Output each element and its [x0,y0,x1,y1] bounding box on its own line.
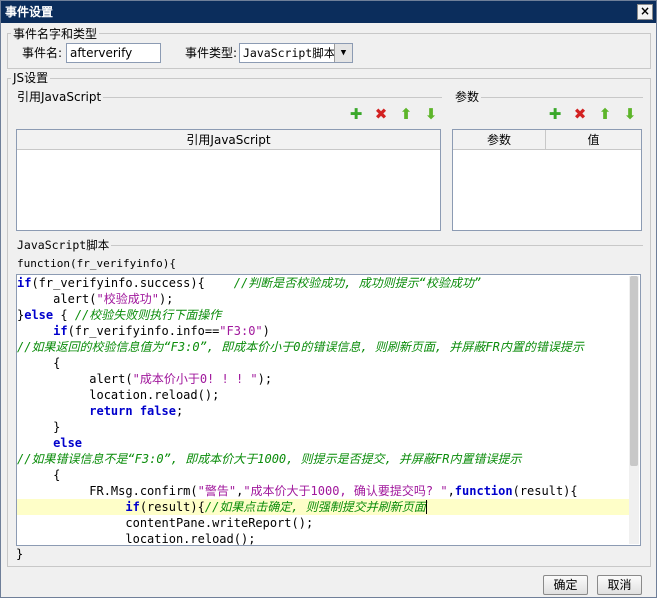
code-line[interactable]: return false; [17,403,629,419]
code-line[interactable]: if(result){//如果点击确定, 则强制提交并刷新页面 [17,499,629,515]
delete-icon[interactable]: ✖ [372,105,390,123]
code-token: location.reload(); [17,388,220,402]
code-token: ); [257,372,273,386]
param-add-icon[interactable]: ✚ [546,105,564,123]
code-token: //如果点击确定, 则强制提交并刷新页面 [204,500,426,514]
param-move-down-icon[interactable]: ⬇ [621,105,639,123]
code-line[interactable]: { [17,355,629,371]
event-type-select[interactable]: JavaScript脚本 ▼ [239,43,353,63]
dialog-title: 事件设置 [5,5,54,19]
code-token: if [125,500,140,514]
ref-js-table[interactable]: 引用JavaScript [16,129,441,231]
code-token: //判断是否校验成功, 成功则提示“校验成功” [233,276,482,290]
code-token: "F3:0" [219,324,263,338]
code-token: FR.Msg.confirm( [17,484,198,498]
code-token: alert( [17,372,133,386]
params-header: 参数 值 [453,130,641,150]
event-settings-dialog: 事件设置 × 事件名字和类型 事件名: afterverify 事件类型: Ja… [0,0,657,598]
code-line[interactable]: if(fr_verifyinfo.success){ //判断是否校验成功, 成… [17,275,629,291]
event-name-field[interactable]: afterverify [66,43,161,63]
code-line[interactable]: alert("成本价小于0! ! ! "); [17,371,629,387]
code-token: location.reload(); [17,532,256,546]
code-token: if [53,324,68,338]
code-token: //如果错误信息不是“F3:0”, 即成本价大于1000, 则提示是否提交, 并… [17,452,522,466]
code-token: { [17,356,61,370]
params-column-value[interactable]: 值 [546,130,641,150]
code-line[interactable]: contentPane.writeReport(); [17,515,629,531]
code-token: "成本价小于0! ! ! " [132,372,258,386]
ref-js-column-header[interactable]: 引用JavaScript [17,130,440,150]
code-token: return false [89,404,176,418]
code-token: { [17,468,61,482]
code-token: ); [158,292,174,306]
code-token: , [447,484,455,498]
code-token: "警告" [197,484,237,498]
code-line[interactable]: { [17,467,629,483]
param-move-up-icon[interactable]: ⬆ [596,105,614,123]
code-token: function [454,484,513,498]
param-delete-icon[interactable]: ✖ [571,105,589,123]
js-group-title: JS设置 [11,71,51,85]
event-group-title: 事件名字和类型 [11,27,100,41]
params-separator [453,97,643,98]
chevron-down-icon[interactable]: ▼ [334,44,352,62]
code-line[interactable]: alert("校验成功"); [17,291,629,307]
code-line[interactable]: //如果错误信息不是“F3:0”, 即成本价大于1000, 则提示是否提交, 并… [17,451,629,467]
title-bar: 事件设置 × [1,1,656,23]
add-icon[interactable]: ✚ [347,105,365,123]
code-token: if [17,276,32,290]
scrollbar-thumb[interactable] [630,276,638,466]
params-table[interactable]: 参数 值 [452,129,642,231]
script-title: JavaScript脚本 [15,238,112,252]
cancel-button[interactable]: 取消 [597,575,642,595]
code-token: "成本价大于1000, 确认要提交吗? " [243,484,448,498]
code-line[interactable]: location.reload(); [17,531,629,546]
move-down-icon[interactable]: ⬇ [422,105,440,123]
code-token: //如果返回的校验信息值为“F3:0”, 即成本价小于0的错误信息, 则刷新页面… [17,340,584,354]
code-line[interactable]: if(fr_verifyinfo.info=="F3:0") [17,323,629,339]
code-line[interactable]: else [17,435,629,451]
code-token: ) [262,324,270,338]
text-cursor [425,500,427,514]
params-title: 参数 [453,90,482,104]
code-line[interactable]: }else { //校验失败则执行下面操作 [17,307,629,323]
code-token: (fr_verifyinfo.success){ [31,276,234,290]
code-token: else [24,308,54,322]
code-line[interactable]: } [17,419,629,435]
code-token: else [53,436,83,450]
function-closing-brace: } [16,547,24,561]
code-token: (result){ [512,484,578,498]
code-token: //校验失败则执行下面操作 [74,308,222,322]
close-button[interactable]: × [637,4,653,20]
code-token: (result){ [139,500,205,514]
code-line[interactable]: //如果返回的校验信息值为“F3:0”, 即成本价小于0的错误信息, 则刷新页面… [17,339,629,355]
params-column-name[interactable]: 参数 [453,130,546,150]
event-name-label: 事件名: [22,46,63,60]
move-up-icon[interactable]: ⬆ [397,105,415,123]
code-line[interactable]: FR.Msg.confirm("警告","成本价大于1000, 确认要提交吗? … [17,483,629,499]
ok-button[interactable]: 确定 [543,575,588,595]
code-token: { [53,308,75,322]
code-token: } [17,420,61,434]
function-header: function(fr_verifyinfo){ [17,257,176,270]
event-type-label: 事件类型: [185,46,238,60]
script-editor[interactable]: if(fr_verifyinfo.success){ //判断是否校验成功, 成… [16,274,641,546]
code-token: (fr_verifyinfo.info== [67,324,220,338]
vertical-scrollbar[interactable] [629,276,639,544]
close-icon: × [639,4,651,18]
event-type-value: JavaScript脚本 [243,46,336,60]
code-token: alert( [17,292,97,306]
code-line[interactable]: location.reload(); [17,387,629,403]
code-token: ; [175,404,184,418]
ref-js-title: 引用JavaScript [15,90,104,104]
code-token: contentPane.writeReport(); [17,516,314,530]
code-token: "校验成功" [96,292,159,306]
